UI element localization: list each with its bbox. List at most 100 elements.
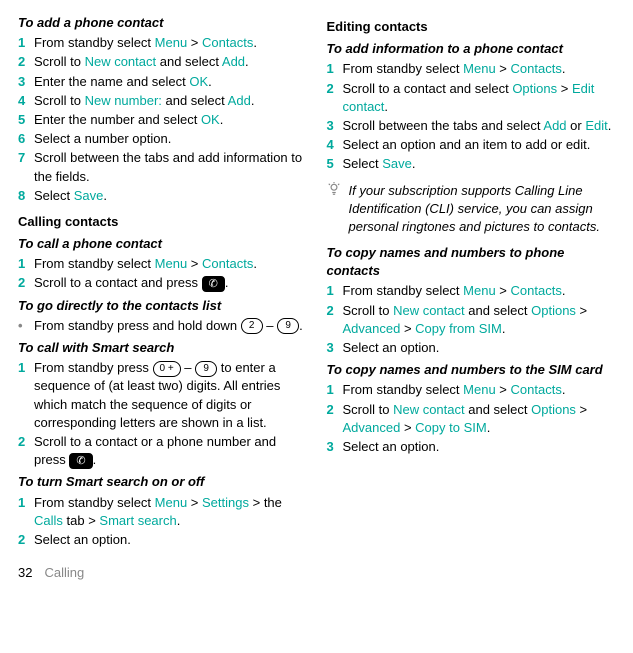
step: 4 Scroll to New number: and select Add. <box>18 92 307 110</box>
step-text: From standby select Menu > Contacts. <box>343 282 616 300</box>
add-label: Add <box>222 54 245 69</box>
new-contact-label: New contact <box>393 303 465 318</box>
heading-add-phone-contact: To add a phone contact <box>18 14 307 32</box>
step-number: 1 <box>327 381 343 399</box>
add-label: Add <box>228 93 251 108</box>
step-text: Select an option. <box>34 531 307 549</box>
step-number: 2 <box>18 274 34 292</box>
call-key-icon: ✆ <box>202 276 225 292</box>
menu-label: Menu <box>463 61 496 76</box>
call-key-icon: ✆ <box>69 453 92 469</box>
step-number: 2 <box>18 531 34 549</box>
heading-copy-to-sim: To copy names and numbers to the SIM car… <box>327 361 616 379</box>
menu-label: Menu <box>155 495 188 510</box>
step-number: 2 <box>18 433 34 469</box>
key-9-icon: 9 <box>195 361 217 377</box>
calls-label: Calls <box>34 513 63 528</box>
copy-to-sim-label: Copy to SIM <box>415 420 487 435</box>
step: 1 From standby select Menu > Contacts. <box>327 282 616 300</box>
step-text: Select Save. <box>34 187 307 205</box>
contacts-label: Contacts <box>511 283 562 298</box>
step: 2 Scroll to New contact and select Optio… <box>327 401 616 437</box>
options-label: Options <box>531 402 576 417</box>
heading-copy-to-phone: To copy names and numbers to phone conta… <box>327 244 616 280</box>
step-text: Scroll to New contact and select Options… <box>343 302 616 338</box>
step: 5 Enter the number and select OK. <box>18 111 307 129</box>
smart-search-label: Smart search <box>99 513 176 528</box>
step: 2 Scroll to a contact or a phone number … <box>18 433 307 469</box>
edit-label: Edit <box>585 118 607 133</box>
copy-from-sim-label: Copy from SIM <box>415 321 502 336</box>
step-number: 1 <box>327 282 343 300</box>
step-number: 4 <box>327 136 343 154</box>
step-number: 5 <box>18 111 34 129</box>
contacts-label: Contacts <box>511 61 562 76</box>
step-text: Scroll to New contact and select Add. <box>34 53 307 71</box>
step-text: From standby press and hold down 2 – 9. <box>34 317 307 335</box>
menu-label: Menu <box>155 35 188 50</box>
step: 3 Select an option. <box>327 339 616 357</box>
step: 6 Select a number option. <box>18 130 307 148</box>
options-label: Options <box>531 303 576 318</box>
step-number: 6 <box>18 130 34 148</box>
step: 2 Scroll to New contact and select Add. <box>18 53 307 71</box>
step-text: Scroll to New number: and select Add. <box>34 92 307 110</box>
step-text: From standby press 0 + – 9 to enter a se… <box>34 359 307 432</box>
step-number: 3 <box>327 339 343 357</box>
right-column: Editing contacts To add information to a… <box>327 10 616 550</box>
heading-smart-search: To call with Smart search <box>18 339 307 357</box>
step: 1 From standby select Menu > Contacts. <box>18 34 307 52</box>
settings-label: Settings <box>202 495 249 510</box>
step-text: Select an option. <box>343 438 616 456</box>
step-number: 1 <box>327 60 343 78</box>
step-text: Select an option and an item to add or e… <box>343 136 616 154</box>
heading-go-directly-contacts: To go directly to the contacts list <box>18 297 307 315</box>
step: 8 Select Save. <box>18 187 307 205</box>
page-number: 32 <box>18 564 32 582</box>
section-name: Calling <box>44 564 84 582</box>
step-number: 3 <box>327 117 343 135</box>
menu-label: Menu <box>463 382 496 397</box>
step-number: 1 <box>18 359 34 432</box>
step: 4 Select an option and an item to add or… <box>327 136 616 154</box>
step: 2 Select an option. <box>18 531 307 549</box>
step: 2 Scroll to a contact and press ✆. <box>18 274 307 292</box>
step-text: Scroll to a contact and press ✆. <box>34 274 307 292</box>
step: 1 From standby select Menu > Contacts. <box>18 255 307 273</box>
new-contact-label: New contact <box>85 54 157 69</box>
menu-label: Menu <box>463 283 496 298</box>
ok-label: OK <box>189 74 208 89</box>
step-number: 1 <box>18 34 34 52</box>
step-number: 5 <box>327 155 343 173</box>
step: 1 From standby select Menu > Contacts. <box>327 381 616 399</box>
new-number-label: New number: <box>85 93 162 108</box>
save-label: Save <box>74 188 104 203</box>
step: 2 Scroll to New contact and select Optio… <box>327 302 616 338</box>
page-footer: 32 Calling <box>18 564 615 582</box>
ok-label: OK <box>201 112 220 127</box>
step-text: From standby select Menu > Contacts. <box>34 34 307 52</box>
step-text: Select Save. <box>343 155 616 173</box>
contacts-label: Contacts <box>511 382 562 397</box>
step: 2 Scroll to a contact and select Options… <box>327 80 616 116</box>
step: 5 Select Save. <box>327 155 616 173</box>
tip-text: If your subscription supports Calling Li… <box>349 182 616 237</box>
step-text: Scroll to New contact and select Options… <box>343 401 616 437</box>
heading-calling-contacts: Calling contacts <box>18 213 307 231</box>
new-contact-label: New contact <box>393 402 465 417</box>
step: 1 From standby select Menu > Contacts. <box>327 60 616 78</box>
step-number: 1 <box>18 494 34 530</box>
key-0-icon: 0 + <box>153 361 181 377</box>
heading-editing-contacts: Editing contacts <box>327 18 616 36</box>
step-number: 2 <box>327 401 343 437</box>
heading-add-info-phone-contact: To add information to a phone contact <box>327 40 616 58</box>
heading-call-phone-contact: To call a phone contact <box>18 235 307 253</box>
step-text: Select a number option. <box>34 130 307 148</box>
heading-turn-smart-search: To turn Smart search on or off <box>18 473 307 491</box>
step-text: Scroll to a contact or a phone number an… <box>34 433 307 469</box>
step-number: 2 <box>327 302 343 338</box>
step-number: 1 <box>18 255 34 273</box>
step-bullet: • <box>18 317 34 335</box>
contacts-label: Contacts <box>202 256 253 271</box>
contacts-label: Contacts <box>202 35 253 50</box>
